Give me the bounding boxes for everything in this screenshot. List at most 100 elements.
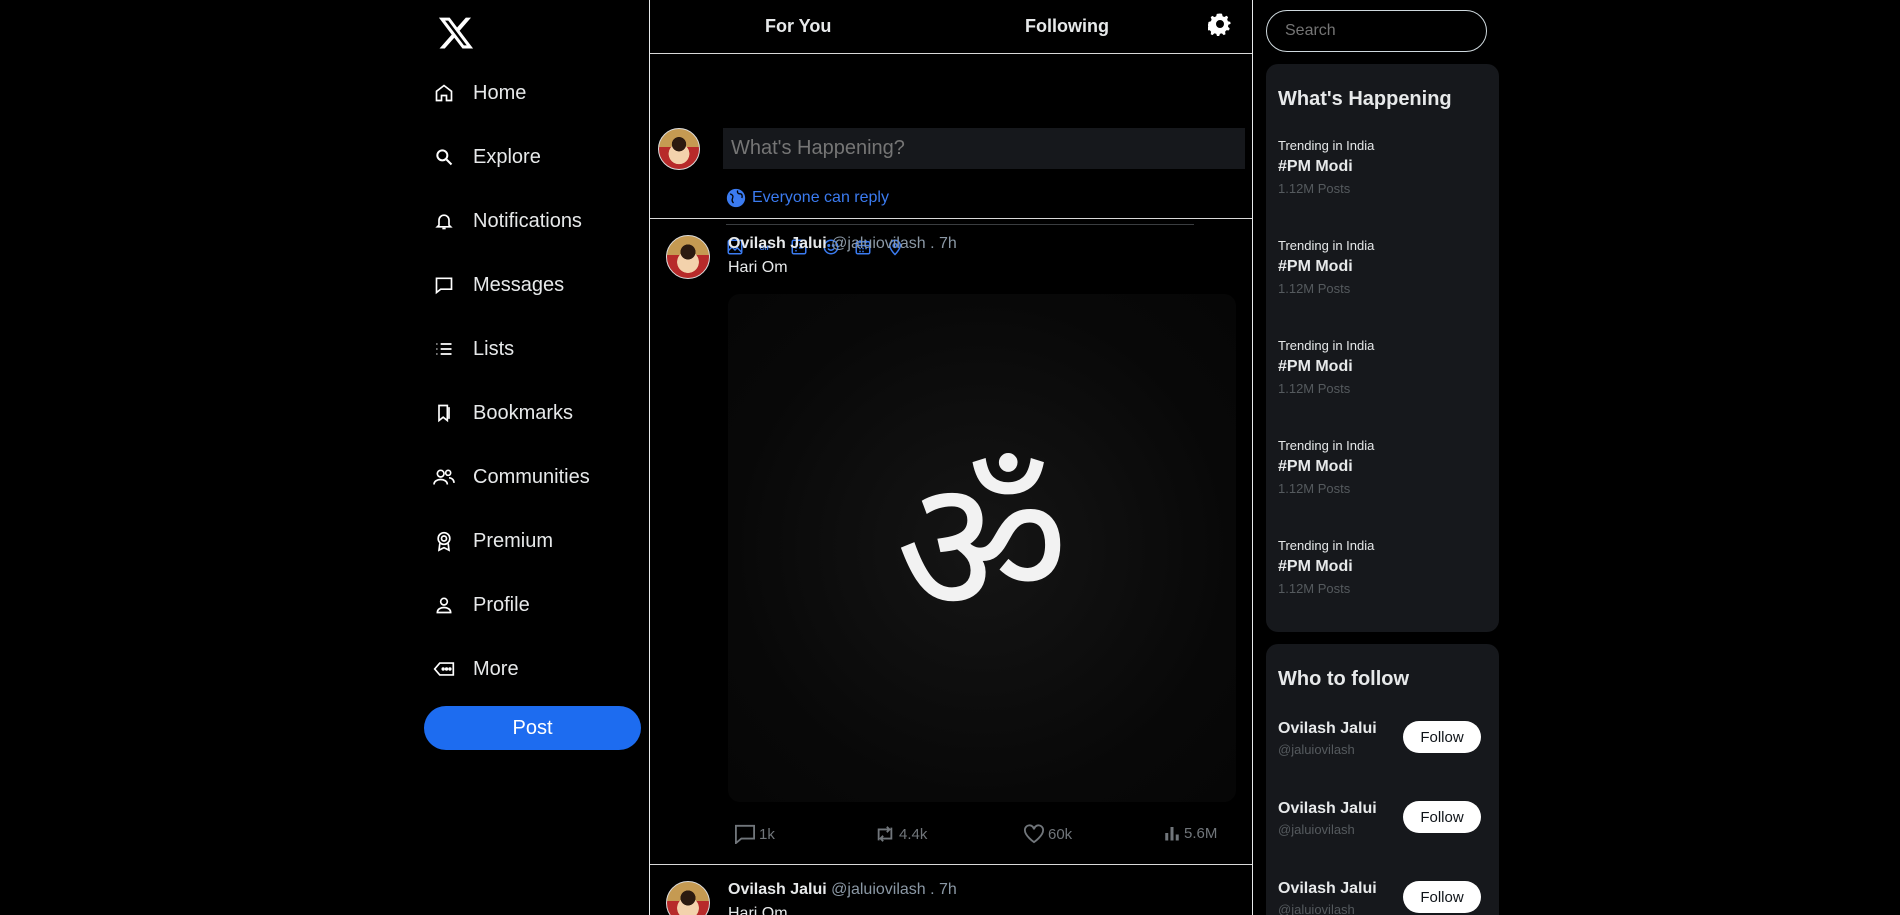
tweet-actions: 1k 4.4k 60k 5.6M (734, 824, 1234, 848)
trend-category: Trending in India (1278, 238, 1375, 253)
composer: Everyone can reply GIF (650, 54, 1252, 256)
list-icon (432, 337, 456, 361)
tweet[interactable]: Ovilash Jalui @jaluiovilash . 7h Hari Om… (650, 219, 1252, 865)
panel-title: Who to follow (1278, 668, 1410, 690)
suggestion-handle: @jaluiovilash (1278, 742, 1355, 757)
tab-following[interactable]: Following (1025, 16, 1109, 37)
tweet-author-name[interactable]: Ovilash Jalui (728, 881, 827, 898)
tweet-media[interactable]: ॐ (728, 294, 1236, 802)
nav-label: Communities (473, 465, 590, 488)
follow-button[interactable]: Follow (1403, 721, 1481, 753)
repost-icon (877, 826, 893, 842)
post-button[interactable]: Post (424, 706, 641, 750)
compose-input[interactable] (723, 128, 1245, 169)
reply-button[interactable]: 1k (734, 824, 775, 844)
nav-item-more[interactable]: More (420, 643, 519, 695)
like-button[interactable]: 60k (1023, 824, 1072, 844)
search-input[interactable] (1266, 10, 1487, 52)
trend-tag: #PM Modi (1278, 258, 1353, 275)
reply-setting-label: Everyone can reply (752, 189, 889, 206)
nav-label: More (473, 657, 519, 680)
nav-item-communities[interactable]: Communities (420, 451, 590, 503)
follow-suggestion: Ovilash Jalui @jaluiovilash Follow (1278, 880, 1488, 915)
more-icon (432, 657, 456, 681)
nav-label: Bookmarks (473, 401, 574, 424)
trend-category: Trending in India (1278, 138, 1375, 153)
avatar[interactable] (666, 881, 710, 915)
bookmark-icon (432, 401, 456, 425)
repost-count: 4.4k (899, 825, 928, 843)
tweet-text: Hari Om (728, 905, 788, 915)
main-feed: For You Following Everyone can reply GIF (649, 0, 1253, 915)
follow-button[interactable]: Follow (1403, 881, 1481, 913)
trend-tag: #PM Modi (1278, 158, 1353, 175)
nav-item-lists[interactable]: Lists (420, 323, 514, 375)
trend-count: 1.12M Posts (1278, 181, 1351, 196)
suggestion-handle: @jaluiovilash (1278, 902, 1355, 915)
repost-button[interactable]: 4.4k (874, 824, 927, 844)
globe-icon (726, 188, 746, 208)
suggestion-name[interactable]: Ovilash Jalui (1278, 800, 1377, 818)
reply-count: 1k (759, 825, 775, 843)
tweet-header: Ovilash Jalui @jaluiovilash . 7h (728, 235, 957, 253)
views-button[interactable]: 5.6M (1163, 824, 1217, 842)
search-icon (432, 145, 456, 169)
tweet-text: Hari Om (728, 259, 788, 276)
user-icon (432, 593, 456, 617)
right-sidebar: What's Happening Trending in India #PM M… (1265, 0, 1500, 915)
reply-icon (735, 824, 755, 844)
nav-item-explore[interactable]: Explore (420, 131, 541, 183)
trend-tag: #PM Modi (1278, 358, 1353, 375)
trend-item[interactable]: Trending in India #PM Modi 1.12M Posts (1278, 538, 1478, 596)
nav-item-messages[interactable]: Messages (420, 259, 564, 311)
chart-icon (1165, 827, 1179, 841)
trend-item[interactable]: Trending in India #PM Modi 1.12M Posts (1278, 438, 1478, 496)
nav-item-bookmarks[interactable]: Bookmarks (420, 387, 573, 439)
nav-item-home[interactable]: Home (420, 67, 526, 119)
tab-for-you[interactable]: For You (765, 16, 831, 37)
x-logo-icon[interactable] (420, 12, 492, 54)
reply-setting[interactable]: Everyone can reply (726, 188, 889, 208)
nav-label: Lists (473, 337, 515, 360)
nav-label: Explore (473, 145, 541, 168)
who-to-follow-panel: Who to follow Ovilash Jalui @jaluiovilas… (1266, 644, 1499, 915)
tweet-author-name[interactable]: Ovilash Jalui (728, 235, 827, 252)
message-icon (432, 273, 456, 297)
tweet-handle: @jaluiovilash . 7h (831, 235, 957, 252)
trend-category: Trending in India (1278, 338, 1375, 353)
nav-label: Profile (473, 593, 530, 616)
trend-category: Trending in India (1278, 438, 1375, 453)
panel-title: What's Happening (1278, 88, 1452, 110)
avatar[interactable] (658, 128, 700, 170)
bell-icon (432, 209, 456, 233)
trend-category: Trending in India (1278, 538, 1375, 553)
people-icon (432, 465, 456, 489)
om-symbol: ॐ (895, 437, 1069, 658)
trend-tag: #PM Modi (1278, 558, 1353, 575)
nav-label: Premium (473, 529, 554, 552)
nav-item-premium[interactable]: Premium (420, 515, 553, 567)
app-root: Home Explore Notifications Messages List… (0, 0, 1900, 915)
follow-button[interactable]: Follow (1403, 801, 1481, 833)
suggestion-name[interactable]: Ovilash Jalui (1278, 720, 1377, 738)
like-count: 60k (1048, 825, 1073, 843)
trend-tag: #PM Modi (1278, 458, 1353, 475)
trend-count: 1.12M Posts (1278, 281, 1351, 296)
trend-count: 1.12M Posts (1278, 581, 1351, 596)
follow-suggestion: Ovilash Jalui @jaluiovilash Follow (1278, 720, 1488, 760)
trend-count: 1.12M Posts (1278, 481, 1351, 496)
tweet[interactable]: Ovilash Jalui @jaluiovilash . 7h Hari Om (650, 865, 1252, 915)
trend-item[interactable]: Trending in India #PM Modi 1.12M Posts (1278, 238, 1478, 296)
suggestion-name[interactable]: Ovilash Jalui (1278, 880, 1377, 898)
nav-item-notifications[interactable]: Notifications (420, 195, 582, 247)
suggestion-handle: @jaluiovilash (1278, 822, 1355, 837)
trend-item[interactable]: Trending in India #PM Modi 1.12M Posts (1278, 138, 1478, 196)
home-icon (432, 81, 456, 105)
whats-happening-panel: What's Happening Trending in India #PM M… (1266, 64, 1499, 632)
gear-icon[interactable] (1206, 12, 1232, 37)
nav-item-profile[interactable]: Profile (420, 579, 530, 631)
avatar[interactable] (666, 235, 710, 279)
trend-item[interactable]: Trending in India #PM Modi 1.12M Posts (1278, 338, 1478, 396)
badge-icon (432, 529, 456, 553)
tweet-header: Ovilash Jalui @jaluiovilash . 7h (728, 881, 957, 899)
